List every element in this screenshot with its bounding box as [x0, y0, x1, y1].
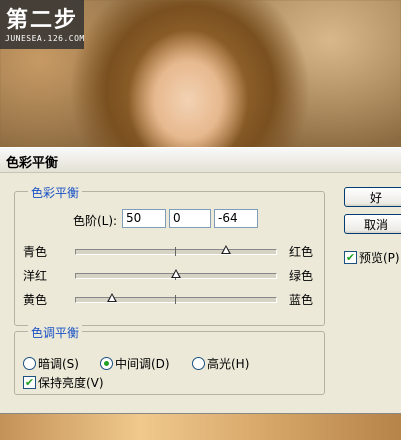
color-balance-dialog: 色彩平衡 色彩平衡 色阶(L): 50 0 -64 青色 红色 洋红 绿色 黄色… [0, 147, 401, 414]
dialog-titlebar[interactable]: 色彩平衡 [0, 148, 401, 173]
slider-yellow-blue[interactable] [75, 293, 277, 304]
level-input-yellow-blue[interactable]: -64 [214, 209, 258, 228]
level-input-cyan-red[interactable]: 50 [122, 209, 166, 228]
cancel-button[interactable]: 取消 [344, 214, 401, 234]
tone-balance-legend: 色调平衡 [28, 324, 83, 341]
level-input-magenta-green[interactable]: 0 [169, 209, 211, 228]
radio-shadows-label[interactable]: 暗调(S) [38, 355, 79, 372]
preserve-luminosity-label[interactable]: 保持亮度(V) [38, 374, 104, 391]
radio-selected-dot [104, 361, 109, 366]
slider-label-blue: 蓝色 [289, 293, 314, 307]
radio-shadows-circle[interactable] [23, 357, 36, 370]
slider-label-yellow: 黄色 [23, 293, 48, 307]
radio-midtones-circle[interactable] [100, 357, 113, 370]
slider-magenta-green[interactable] [75, 269, 277, 280]
site-watermark: JUNESEA.126.COM [5, 34, 85, 43]
preview-box[interactable]: ✔ [344, 251, 357, 264]
step-badge: 第二步 JUNESEA.126.COM [0, 0, 84, 49]
slider-cyan-red[interactable] [75, 245, 277, 256]
preview-label[interactable]: 预览(P) [359, 249, 400, 266]
color-balance-legend: 色彩平衡 [28, 184, 83, 201]
slider-thumb[interactable] [107, 293, 117, 302]
slider-center-tick [175, 247, 176, 256]
slider-label-green: 绿色 [289, 269, 314, 283]
step-title: 第二步 [6, 7, 79, 33]
slider-thumb[interactable] [221, 245, 231, 254]
ok-button[interactable]: 好 [344, 187, 401, 207]
preserve-luminosity-box[interactable]: ✔ [23, 376, 36, 389]
slider-thumb[interactable] [171, 269, 181, 278]
radio-midtones-label[interactable]: 中间调(D) [115, 355, 170, 372]
slider-center-tick [175, 295, 176, 304]
levels-label: 色阶(L): [73, 214, 118, 228]
dialog-title: 色彩平衡 [6, 156, 59, 171]
background-photo-bottom [0, 410, 401, 440]
radio-highlights-circle[interactable] [192, 357, 205, 370]
slider-label-magenta: 洋红 [23, 269, 48, 283]
radio-highlights-label[interactable]: 高光(H) [207, 355, 249, 372]
slider-label-cyan: 青色 [23, 245, 48, 259]
slider-label-red: 红色 [289, 245, 314, 259]
